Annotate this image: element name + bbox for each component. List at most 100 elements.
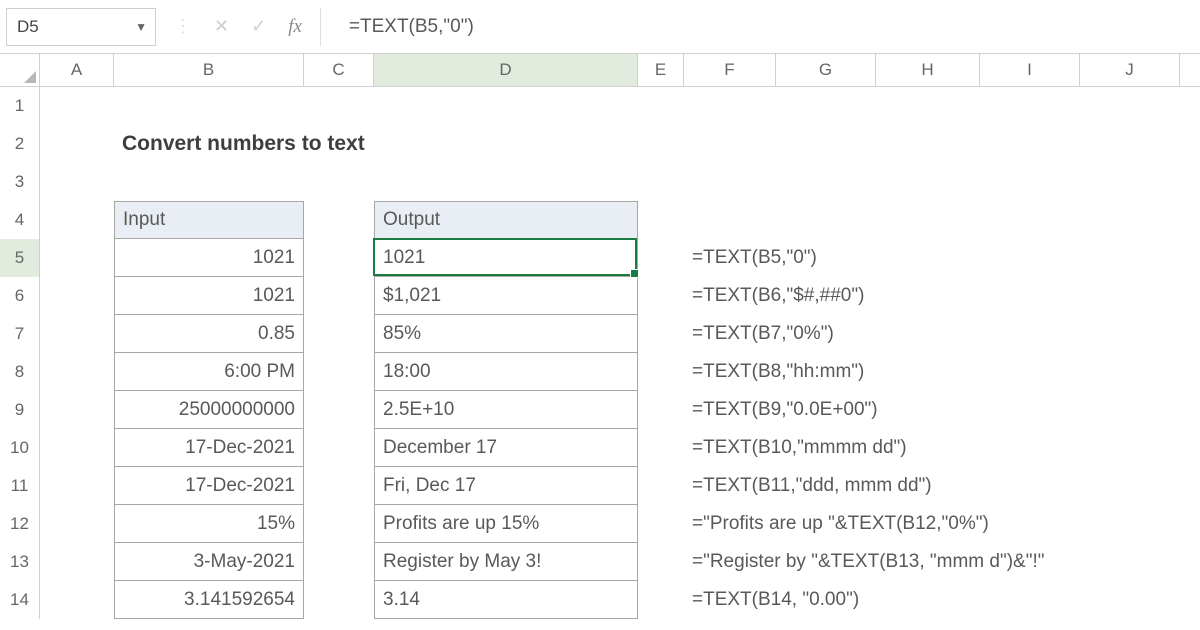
cell-input[interactable]: 17-Dec-2021 bbox=[114, 429, 304, 467]
cell[interactable] bbox=[40, 201, 114, 239]
row-cells[interactable]: Convert numbers to text bbox=[40, 125, 1200, 163]
cell[interactable] bbox=[304, 467, 374, 505]
row-header[interactable]: 1 bbox=[0, 87, 40, 125]
cell[interactable] bbox=[40, 429, 114, 467]
cell-formula[interactable]: =TEXT(B8,"hh:mm") bbox=[684, 353, 872, 391]
cell-input[interactable]: 25000000000 bbox=[114, 391, 304, 429]
cell[interactable] bbox=[40, 315, 114, 353]
cell[interactable] bbox=[40, 125, 114, 163]
cell-input[interactable]: 1021 bbox=[114, 277, 304, 315]
row-header[interactable]: 5 bbox=[0, 239, 40, 277]
cell-output[interactable]: 1021 bbox=[374, 239, 638, 277]
cell[interactable] bbox=[304, 353, 374, 391]
cell[interactable] bbox=[304, 581, 374, 619]
cell-formula[interactable]: ="Profits are up "&TEXT(B12,"0%") bbox=[684, 505, 997, 543]
column-header-A[interactable]: A bbox=[40, 54, 114, 86]
cell-output[interactable]: 18:00 bbox=[374, 353, 638, 391]
table-header-output[interactable]: Output bbox=[374, 201, 638, 239]
select-all-button[interactable] bbox=[0, 54, 40, 86]
column-header-H[interactable]: H bbox=[876, 54, 980, 86]
column-header-I[interactable]: I bbox=[980, 54, 1080, 86]
cell-output[interactable]: December 17 bbox=[374, 429, 638, 467]
column-header-E[interactable]: E bbox=[638, 54, 684, 86]
chevron-down-icon[interactable]: ▼ bbox=[135, 20, 147, 34]
cell[interactable] bbox=[304, 315, 374, 353]
cell-input[interactable]: 1021 bbox=[114, 239, 304, 277]
row-header[interactable]: 12 bbox=[0, 505, 40, 543]
cancel-icon[interactable]: ✕ bbox=[214, 16, 229, 37]
cell[interactable] bbox=[638, 277, 684, 315]
row-header[interactable]: 8 bbox=[0, 353, 40, 391]
cell-output[interactable]: 2.5E+10 bbox=[374, 391, 638, 429]
row-header[interactable]: 9 bbox=[0, 391, 40, 429]
column-header-C[interactable]: C bbox=[304, 54, 374, 86]
row-header[interactable]: 10 bbox=[0, 429, 40, 467]
cell-input[interactable]: 3-May-2021 bbox=[114, 543, 304, 581]
column-header-row: A B C D E F G H I J bbox=[0, 54, 1200, 87]
cell-formula[interactable]: =TEXT(B10,"mmmm dd") bbox=[684, 429, 915, 467]
row-cells[interactable] bbox=[40, 163, 1200, 201]
cell[interactable] bbox=[40, 505, 114, 543]
cell-formula[interactable]: =TEXT(B9,"0.0E+00") bbox=[684, 391, 886, 429]
cell[interactable] bbox=[40, 353, 114, 391]
cell[interactable] bbox=[40, 467, 114, 505]
cell-input[interactable]: 3.141592654 bbox=[114, 581, 304, 619]
cell[interactable] bbox=[638, 505, 684, 543]
cell-output[interactable]: Profits are up 15% bbox=[374, 505, 638, 543]
cell-formula[interactable]: =TEXT(B7,"0%") bbox=[684, 315, 842, 353]
column-header-D[interactable]: D bbox=[374, 54, 638, 86]
cell[interactable] bbox=[638, 429, 684, 467]
row-header[interactable]: 2 bbox=[0, 125, 40, 163]
column-header-G[interactable]: G bbox=[776, 54, 876, 86]
row-header[interactable]: 3 bbox=[0, 163, 40, 201]
column-header-F[interactable]: F bbox=[684, 54, 776, 86]
cell[interactable] bbox=[304, 391, 374, 429]
cell-formula[interactable]: =TEXT(B6,"$#,##0") bbox=[684, 277, 872, 315]
row-header[interactable]: 7 bbox=[0, 315, 40, 353]
cell[interactable] bbox=[638, 467, 684, 505]
cell-output[interactable]: $1,021 bbox=[374, 277, 638, 315]
cell[interactable] bbox=[304, 201, 374, 239]
cell-output[interactable]: 85% bbox=[374, 315, 638, 353]
cell-formula[interactable]: =TEXT(B14, "0.00") bbox=[684, 581, 867, 619]
cell[interactable] bbox=[638, 581, 684, 619]
cell-input[interactable]: 17-Dec-2021 bbox=[114, 467, 304, 505]
cell[interactable] bbox=[638, 543, 684, 581]
cell-formula[interactable]: ="Register by "&TEXT(B13, "mmm d")&"!" bbox=[684, 543, 1052, 581]
cell[interactable] bbox=[40, 543, 114, 581]
cell[interactable] bbox=[304, 277, 374, 315]
cell-output[interactable]: 3.14 bbox=[374, 581, 638, 619]
cell[interactable] bbox=[304, 429, 374, 467]
cell[interactable] bbox=[40, 277, 114, 315]
column-header-B[interactable]: B bbox=[114, 54, 304, 86]
cell[interactable] bbox=[638, 315, 684, 353]
name-box[interactable]: D5 ▼ bbox=[6, 8, 156, 46]
row-header[interactable]: 6 bbox=[0, 277, 40, 315]
cell-output[interactable]: Register by May 3! bbox=[374, 543, 638, 581]
cell[interactable] bbox=[638, 391, 684, 429]
cell[interactable] bbox=[304, 239, 374, 277]
cell-input[interactable]: 6:00 PM bbox=[114, 353, 304, 391]
cell[interactable] bbox=[40, 391, 114, 429]
row-header[interactable]: 13 bbox=[0, 543, 40, 581]
row-cells[interactable] bbox=[40, 87, 1200, 125]
fx-icon[interactable]: fx bbox=[288, 16, 302, 38]
row-header[interactable]: 11 bbox=[0, 467, 40, 505]
cell[interactable] bbox=[304, 505, 374, 543]
cell-input[interactable]: 15% bbox=[114, 505, 304, 543]
cell-input[interactable]: 0.85 bbox=[114, 315, 304, 353]
column-header-J[interactable]: J bbox=[1080, 54, 1180, 86]
cell[interactable] bbox=[40, 239, 114, 277]
row-header[interactable]: 14 bbox=[0, 581, 40, 619]
cell-formula[interactable]: =TEXT(B5,"0") bbox=[684, 239, 825, 277]
table-header-input[interactable]: Input bbox=[114, 201, 304, 239]
cell[interactable] bbox=[638, 353, 684, 391]
row-header[interactable]: 4 bbox=[0, 201, 40, 239]
cell-output[interactable]: Fri, Dec 17 bbox=[374, 467, 638, 505]
enter-icon[interactable]: ✓ bbox=[251, 16, 266, 37]
cell[interactable] bbox=[40, 581, 114, 619]
cell[interactable] bbox=[638, 239, 684, 277]
formula-input[interactable]: =TEXT(B5,"0") bbox=[320, 8, 1194, 46]
cell[interactable] bbox=[304, 543, 374, 581]
cell-formula[interactable]: =TEXT(B11,"ddd, mmm dd") bbox=[684, 467, 940, 505]
